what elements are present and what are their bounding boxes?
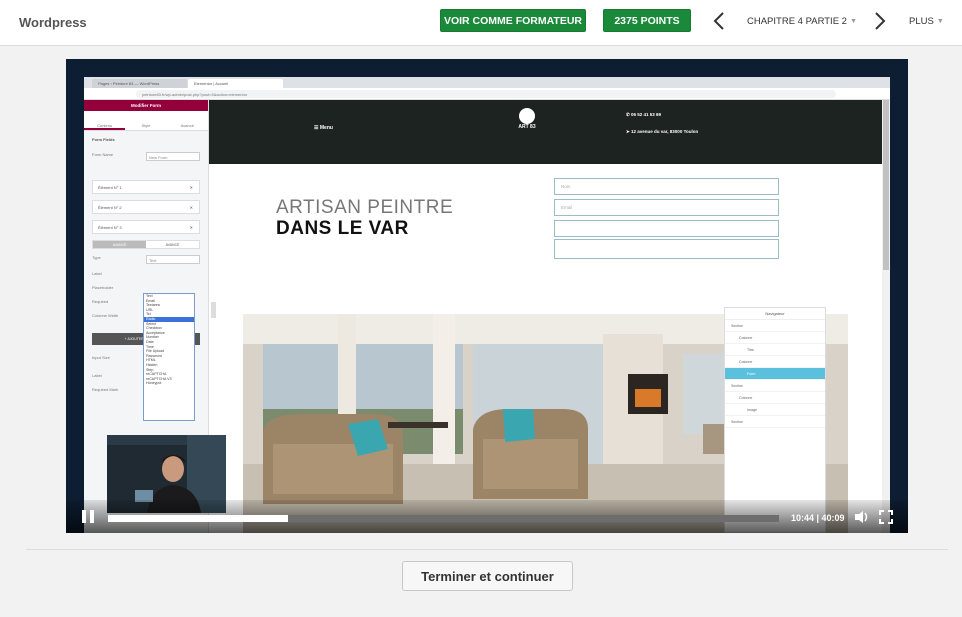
form-name-label: Form Name (92, 152, 114, 157)
section-title: Form Fields (92, 137, 115, 142)
page-scrollbar (882, 100, 890, 533)
browser-address-bar: peinture83.fr/wp-admin/post.php?post=5&a… (84, 88, 890, 100)
field-label: Required (92, 299, 109, 304)
finish-continue-button[interactable]: Terminer et continuer (402, 561, 573, 591)
caret-down-icon: ▼ (849, 18, 857, 25)
navigator-row: Section (725, 380, 825, 392)
form-message-field (554, 220, 779, 237)
navigator-title: Navigateur (725, 308, 825, 320)
url-field: peinture83.fr/wp-admin/post.php?post=5&a… (136, 90, 836, 98)
form-name-value: New Form (146, 152, 200, 161)
input-size-label: Input Size (92, 355, 110, 360)
type-dropdown: Text Email Textarea URL Tel Radio Select… (143, 293, 195, 421)
field-label: Placeholder (92, 285, 114, 290)
view-as-trainer-button[interactable]: VOIR COMME FORMATEUR (440, 9, 586, 32)
content-advanced-toggle: AVANCÉ AVANCÉ (92, 240, 200, 249)
site-header: ☰ Menu ART 83 ✆ 06 52 41 53 69 ➤ 12 aven… (209, 100, 884, 164)
close-icon: ✕ (189, 225, 193, 230)
navigator-row: Colonne (725, 392, 825, 404)
course-title: Wordpress (19, 15, 87, 30)
pause-icon[interactable] (81, 509, 95, 524)
close-icon: ✕ (189, 205, 193, 210)
form-item: Élément N° 3 ✕ (92, 220, 200, 234)
navigator-row: Colonne (725, 356, 825, 368)
chevron-left-icon[interactable] (712, 11, 726, 31)
navigator-row: Colonne (725, 332, 825, 344)
hero-title-bold: DANS LE VAR (276, 218, 409, 239)
form-item: Élément N° 2 ✕ (92, 200, 200, 214)
volume-icon[interactable] (854, 510, 870, 524)
dropdown-option: Honeypot (146, 381, 162, 386)
advanced-tab: AVANCÉ (165, 243, 180, 247)
progress-fill (108, 515, 288, 522)
site-menu: ☰ Menu (314, 125, 333, 131)
required-mark-label: Required Mark (92, 387, 119, 392)
type-label: Type (92, 255, 101, 260)
form-name-row: Form Name New Form (92, 152, 200, 162)
chapter-dropdown[interactable]: CHAPITRE 4 PARTIE 2 ▼ (747, 16, 857, 27)
player-controls: 10:44 | 40:09 (66, 500, 908, 533)
editor-tab: Style (141, 123, 151, 128)
field-label: Colonne Width (92, 313, 119, 318)
navigator-row: Section (725, 320, 825, 332)
logo-text: ART 83 (518, 124, 536, 130)
phone-number: 06 52 41 53 69 (631, 112, 662, 117)
panel-collapse-handle (211, 302, 216, 318)
chapter-label: CHAPITRE 4 PARTIE 2 (747, 16, 847, 27)
caret-down-icon: ▼ (936, 18, 944, 25)
chevron-right-icon[interactable] (873, 11, 887, 31)
more-label: PLUS (909, 16, 934, 27)
content-tab: AVANCÉ (93, 241, 146, 248)
fullscreen-icon[interactable] (879, 510, 893, 524)
close-icon: ✕ (189, 185, 193, 190)
video-player[interactable]: Pages ‹ Peinture 83 — WordPress Elemento… (66, 59, 908, 533)
divider (26, 549, 948, 550)
top-bar: Wordpress VOIR COMME FORMATEUR 2375 POIN… (0, 0, 962, 46)
form-submit-field (554, 239, 779, 259)
editor-tab: Avancé (180, 123, 194, 128)
hero-title-light: ARTISAN PEINTRE (276, 197, 454, 218)
item-label: Élément N° 2 (98, 205, 122, 210)
points-button[interactable]: 2375 POINTS (603, 9, 691, 32)
editor-title: Modifier Form (84, 100, 208, 111)
navigator-row: Titre (725, 344, 825, 356)
site-logo: ART 83 (518, 108, 536, 148)
time-display: 10:44 | 40:09 (791, 513, 845, 523)
browser-tab: Pages ‹ Peinture 83 — WordPress (92, 79, 187, 88)
form-item: Élément N° 1 ✕ (92, 180, 200, 194)
label-label: Label (92, 373, 102, 378)
menu-label: Menu (319, 125, 333, 131)
address-text: 12 avenue du var, 83000 Toulon (631, 129, 699, 134)
form-name-field: Nom (554, 178, 779, 195)
item-label: Élément N° 1 (98, 185, 122, 190)
progress-bar[interactable] (108, 515, 779, 522)
brush-icon (519, 108, 535, 124)
browser-tab-strip: Pages ‹ Peinture 83 — WordPress Elemento… (84, 77, 890, 88)
more-dropdown[interactable]: PLUS ▼ (909, 16, 944, 27)
editor-tab: Contenu (84, 111, 126, 130)
address: ➤ 12 avenue du var, 83000 Toulon (626, 129, 699, 134)
browser-tab: Elementor | Accueil (188, 79, 283, 88)
field-row: Label (92, 271, 200, 281)
type-value: Text (146, 255, 200, 264)
navigator-row: Section (725, 416, 825, 428)
navigator-row: Image (725, 404, 825, 416)
field-label: Label (92, 271, 102, 276)
item-label: Élément N° 3 (98, 225, 122, 230)
editor-tabs: Contenu Style Avancé (84, 111, 208, 131)
form-email-field: Email (554, 199, 779, 216)
phone: ✆ 06 52 41 53 69 (626, 112, 662, 117)
navigator-row-selected: Form (725, 368, 825, 380)
type-row: Type Text (92, 255, 200, 265)
